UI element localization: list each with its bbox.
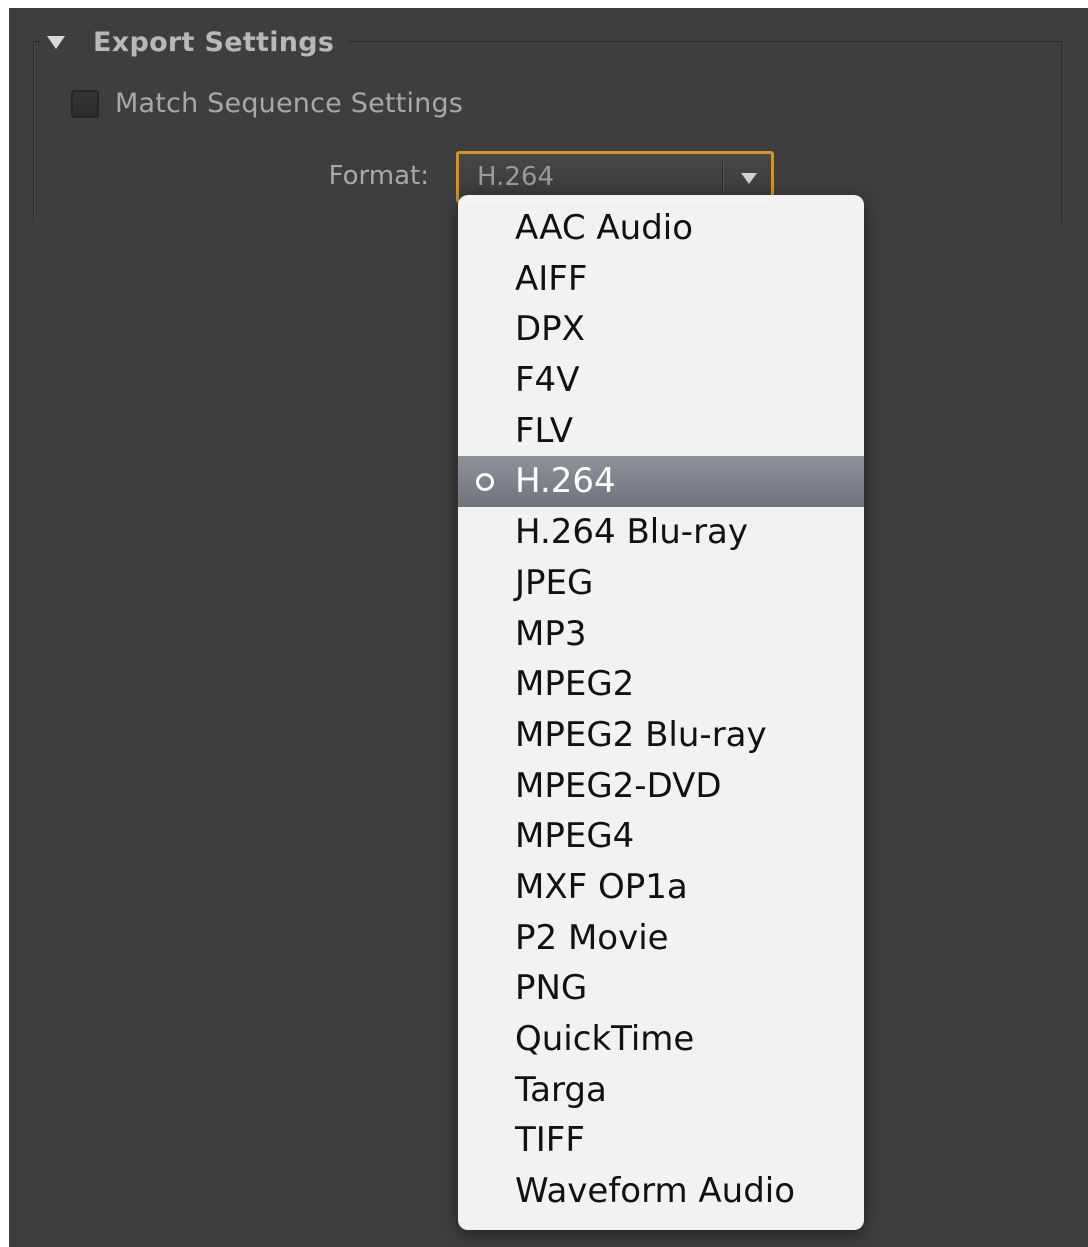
- menu-item[interactable]: AIFF: [458, 254, 864, 305]
- menu-item[interactable]: H.264 Blu-ray: [458, 507, 864, 558]
- menu-item[interactable]: F4V: [458, 355, 864, 406]
- menu-item-label: JPEG: [515, 562, 594, 603]
- menu-item[interactable]: JPEG: [458, 558, 864, 609]
- menu-item[interactable]: MXF OP1a: [458, 862, 864, 913]
- format-dropdown-menu[interactable]: AAC Audio AIFF DPX F4V FLV H.264 H.264 Blu-ray…: [458, 195, 864, 1230]
- menu-item[interactable]: AAC Audio: [458, 203, 864, 254]
- menu-item-label: H.264: [515, 461, 616, 502]
- menu-item-label: MPEG2 Blu-ray: [515, 714, 767, 755]
- select-divider: [722, 162, 723, 194]
- menu-item[interactable]: Targa: [458, 1065, 864, 1116]
- menu-item[interactable]: FLV: [458, 406, 864, 457]
- menu-item-label: AAC Audio: [515, 208, 694, 248]
- menu-item[interactable]: DPX: [458, 304, 864, 355]
- menu-item[interactable]: PNG: [458, 963, 864, 1014]
- menu-item-label: AIFF: [515, 258, 588, 299]
- disclosure-triangle-icon[interactable]: [47, 35, 65, 49]
- menu-item[interactable]: MPEG4: [458, 811, 864, 862]
- menu-item-label: Targa: [515, 1069, 607, 1110]
- menu-item-label: MXF OP1a: [515, 866, 688, 907]
- match-sequence-label[interactable]: Match Sequence Settings: [115, 88, 463, 119]
- match-sequence-checkbox[interactable]: [71, 89, 99, 118]
- export-settings-header[interactable]: Export Settings: [41, 24, 349, 60]
- menu-item[interactable]: P2 Movie: [458, 913, 864, 964]
- menu-item[interactable]: MPEG2: [458, 659, 864, 710]
- menu-item-label: DPX: [515, 309, 585, 350]
- menu-item-label: TIFF: [515, 1120, 585, 1161]
- menu-item-selected[interactable]: H.264: [458, 456, 864, 508]
- menu-item-label: PNG: [515, 968, 588, 1009]
- match-sequence-row[interactable]: Match Sequence Settings: [71, 88, 463, 119]
- format-label: Format:: [328, 161, 429, 191]
- menu-item[interactable]: QuickTime: [458, 1014, 864, 1065]
- chevron-down-icon[interactable]: [741, 173, 757, 184]
- menu-item[interactable]: MP3: [458, 609, 864, 660]
- format-selected-value: H.264: [477, 162, 554, 192]
- export-settings-panel: Export Settings Match Sequence Settings …: [9, 8, 1088, 1247]
- menu-item-label: P2 Movie: [515, 917, 669, 958]
- section-title: Export Settings: [93, 26, 335, 58]
- menu-item[interactable]: MPEG2 Blu-ray: [458, 710, 864, 761]
- menu-item-label: Waveform Audio: [515, 1171, 796, 1212]
- menu-item[interactable]: Waveform Audio: [458, 1166, 864, 1217]
- radio-circle-icon: [476, 473, 494, 492]
- menu-item-label: MPEG2: [515, 664, 635, 705]
- menu-item-label: MPEG2-DVD: [515, 765, 722, 806]
- menu-item-label: FLV: [515, 410, 574, 451]
- menu-item-label: H.264 Blu-ray: [515, 512, 749, 553]
- menu-item[interactable]: TIFF: [458, 1115, 864, 1166]
- menu-item-label: QuickTime: [515, 1019, 695, 1059]
- menu-item[interactable]: MPEG2-DVD: [458, 761, 864, 812]
- menu-item-label: MP3: [515, 613, 587, 654]
- menu-item-label: F4V: [515, 360, 580, 401]
- menu-item-label: MPEG4: [515, 816, 635, 857]
